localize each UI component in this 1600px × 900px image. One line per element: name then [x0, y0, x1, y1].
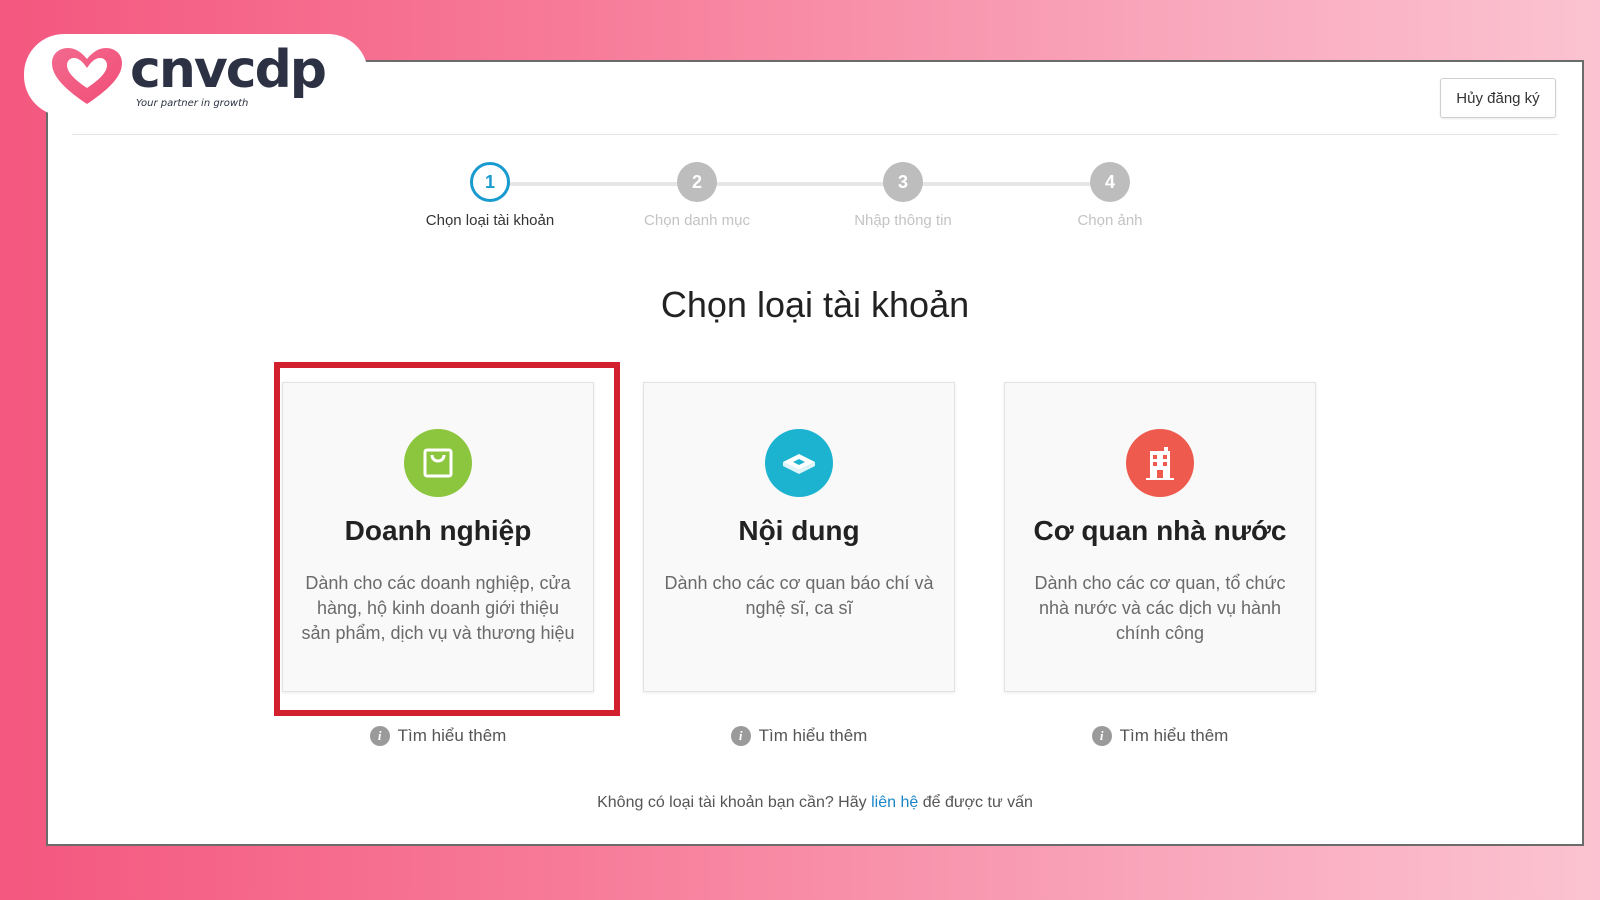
info-icon: i: [1091, 726, 1112, 746]
footer-prefix: Không có loại tài khoản bạn cần? Hãy: [597, 794, 867, 811]
account-type-card-government[interactable]: Cơ quan nhà nước Dành cho các cơ quan, t…: [1004, 382, 1316, 692]
stepper-track: [490, 182, 1110, 186]
footer-note: Không có loại tài khoản bạn cần? Hãy liê…: [48, 794, 1582, 812]
card-description: Dành cho các doanh nghiệp, cửa hàng, hộ …: [301, 573, 575, 643]
step-2-label: Chọn danh mục: [644, 212, 750, 229]
learn-more-link-content[interactable]: i Tìm hiểu thêm: [643, 726, 955, 746]
contact-link[interactable]: liên hệ: [871, 794, 918, 811]
step-1-circle: 1: [470, 162, 510, 202]
learn-more-label: Tìm hiểu thêm: [397, 726, 507, 745]
step-3-label: Nhập thông tin: [854, 212, 952, 229]
account-type-card-business[interactable]: Doanh nghiệp Dành cho các doanh nghiệp, …: [282, 382, 594, 692]
page-title: Chọn loại tài khoản: [660, 284, 970, 325]
step-4-circle: 4: [1090, 162, 1130, 202]
step-1: 1 Chọn loại tài khoản: [400, 162, 580, 229]
cancel-registration-button[interactable]: Hủy đăng ký: [1440, 78, 1556, 118]
card-title: Cơ quan nhà nước: [1033, 515, 1287, 546]
learn-more-label: Tìm hiểu thêm: [758, 726, 868, 745]
content-icon: [765, 429, 833, 497]
browser-screen: Hủy đăng ký 1 Chọn loại tài khoản 2 Chọn…: [46, 60, 1584, 846]
info-icon: i: [730, 726, 751, 746]
card-description: Dành cho các cơ quan, tổ chức nhà nước v…: [1034, 573, 1286, 643]
step-1-label: Chọn loại tài khoản: [425, 212, 555, 229]
card-title: Nội dung: [738, 515, 860, 546]
background-band: [0, 846, 1600, 900]
header-divider: [72, 134, 1558, 135]
info-icon: i: [369, 726, 390, 746]
step-3-circle: 3: [883, 162, 923, 202]
step-4: 4 Chọn ảnh: [1020, 162, 1200, 229]
logo-wordmark: cnvcdp: [130, 40, 327, 100]
learn-more-link-government[interactable]: i Tìm hiểu thêm: [1004, 726, 1316, 746]
heart-logo-icon: [52, 48, 122, 104]
registration-stepper: 1 Chọn loại tài khoản 2 Chọn danh mục 3 …: [48, 162, 1582, 252]
step-2: 2 Chọn danh mục: [607, 162, 787, 229]
step-3: 3 Nhập thông tin: [813, 162, 993, 229]
account-type-card-content[interactable]: Nội dung Dành cho các cơ quan báo chí và…: [643, 382, 955, 692]
footer-suffix: để được tư vấn: [922, 794, 1033, 811]
building-icon: [1126, 429, 1194, 497]
card-title: Doanh nghiệp: [344, 515, 532, 546]
shopping-bag-icon: [404, 429, 472, 497]
logo-tagline: Your partner in growth: [136, 98, 249, 109]
step-2-circle: 2: [677, 162, 717, 202]
learn-more-link-business[interactable]: i Tìm hiểu thêm: [282, 726, 594, 746]
learn-more-label: Tìm hiểu thêm: [1119, 726, 1229, 745]
card-description: Dành cho các cơ quan báo chí và nghệ sĩ,…: [664, 573, 934, 618]
brand-logo: cnvcdp Your partner in growth: [24, 34, 368, 116]
step-4-label: Chọn ảnh: [1077, 212, 1143, 229]
